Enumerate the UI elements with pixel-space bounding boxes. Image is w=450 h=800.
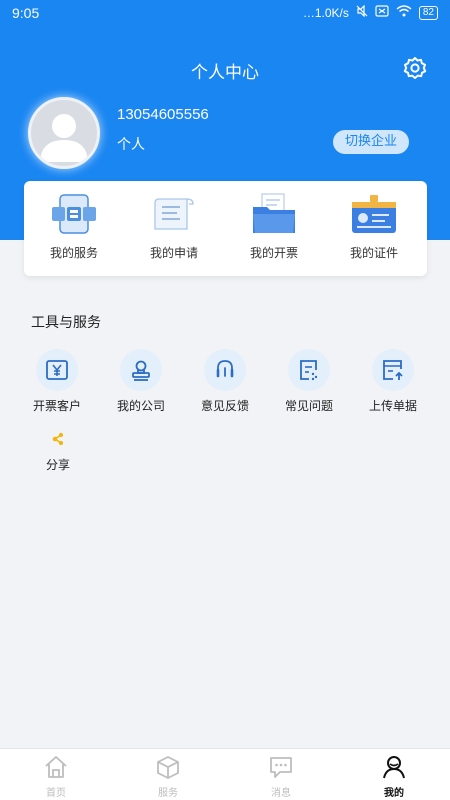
tab-services[interactable]: 服务 [112,749,224,800]
service-icon [52,194,96,234]
tool-label: 意见反馈 [200,399,249,413]
network-speed: …1.0K/s [302,5,349,20]
user-type: 个人 [117,137,145,153]
settings-button[interactable] [402,56,428,82]
stamp-icon [132,360,150,381]
tab-home[interactable]: 首页 [0,749,112,800]
tool-upload-documents[interactable]: 上传单据 [351,349,435,424]
tool-label: 分享 [45,458,70,472]
sim-icon [375,5,389,20]
status-time: 9:05 [12,5,40,21]
tab-label: 我的 [384,788,404,799]
tool-label: 我的公司 [116,399,165,413]
tab-label: 消息 [271,788,291,799]
default-avatar-icon [40,114,88,162]
tab-label: 服务 [158,788,178,799]
home-icon [45,756,67,778]
user-phone: 13054605556 [117,106,209,123]
wifi-icon [396,5,412,20]
tab-messages[interactable]: 消息 [225,749,337,800]
battery-indicator: 82 [418,5,438,20]
quick-action-label: 我的开票 [249,246,298,260]
id-card-icon [352,195,396,233]
faq-icon [300,360,318,381]
quick-actions-card: 我的服务 我的申请 我的开票 我的证件 [24,181,427,276]
quick-action-label: 我的服务 [49,246,98,260]
tool-faq[interactable]: 常见问题 [267,349,351,424]
share-icon [52,432,64,446]
status-bar: 9:05 …1.0K/s 82 [0,0,450,26]
my-certificate-button[interactable]: 我的证件 [324,181,424,276]
tool-my-company[interactable]: 我的公司 [99,349,183,424]
quick-action-label: 我的申请 [149,246,198,260]
section-title: 工具与服务 [31,315,101,331]
page-title: 个人中心 [191,63,259,83]
user-icon [383,756,405,779]
tool-label: 开票客户 [32,399,81,413]
tool-invoice-customers[interactable]: 开票客户 [15,349,99,424]
avatar[interactable] [28,97,100,169]
application-icon [154,198,194,230]
bottom-tab-bar: 首页 服务 消息 我的 [0,748,450,800]
mute-icon [356,4,368,20]
switch-enterprise-button[interactable]: 切换企业 [333,130,409,154]
tool-feedback[interactable]: 意见反馈 [183,349,267,424]
my-service-button[interactable]: 我的服务 [24,181,124,276]
gear-icon [403,57,427,79]
status-indicators: …1.0K/s 82 [302,4,438,20]
tool-share[interactable]: 分享 [40,430,76,475]
upload-icon [383,360,403,380]
invoice-folder-icon [253,193,295,233]
quick-action-label: 我的证件 [349,246,398,260]
tool-label: 常见问题 [284,399,333,413]
message-icon [270,757,292,778]
my-application-button[interactable]: 我的申请 [124,181,224,276]
yuan-icon [46,360,68,380]
tab-profile[interactable]: 我的 [338,749,450,800]
tool-label: 上传单据 [368,399,417,413]
my-invoice-button[interactable]: 我的开票 [224,181,324,276]
tab-label: 首页 [46,788,66,799]
box-icon [157,756,179,779]
headset-icon [216,360,234,378]
